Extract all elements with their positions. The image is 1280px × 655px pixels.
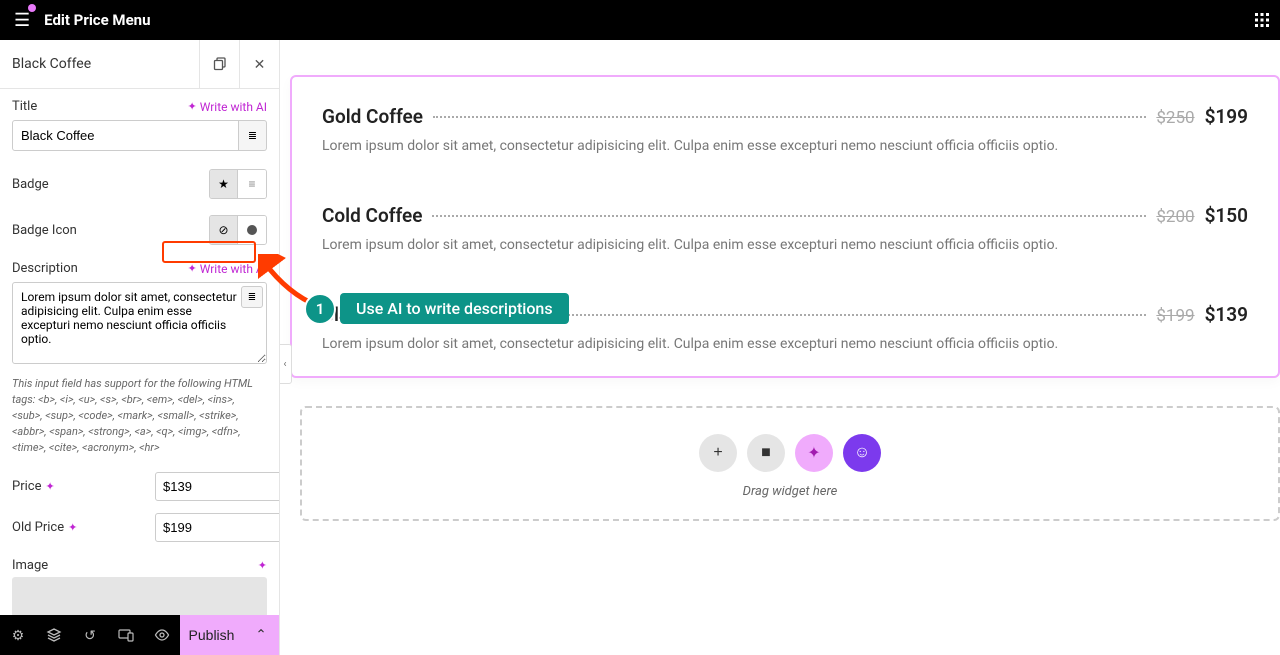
menu-item-price: $139 (1205, 303, 1248, 326)
layers-icon (46, 627, 62, 643)
hamburger-menu-button[interactable]: ☰ (10, 6, 34, 35)
badge-icon-label: Badge Icon (12, 223, 77, 238)
sidebar-panel: Black Coffee ✕ Title ✦Write with AI ≣ Ba… (0, 40, 280, 655)
history-icon: ↺ (84, 627, 96, 644)
description-help-text: This input field has support for the fol… (0, 372, 279, 466)
title-dynamic-button[interactable]: ≣ (239, 120, 267, 151)
folder-icon: ■ (761, 444, 771, 462)
close-icon: ✕ (254, 56, 266, 73)
widget-dropzone[interactable]: + ■ ✦ ☺ Drag widget here (300, 406, 1280, 521)
image-preview[interactable] (12, 577, 267, 615)
topbar: ☰ Edit Price Menu (0, 0, 1280, 40)
publish-button[interactable]: Publish (180, 615, 243, 655)
apps-grid-button[interactable] (1254, 12, 1270, 28)
description-dynamic-button[interactable]: ≣ (241, 286, 263, 308)
write-with-ai-description-link[interactable]: ✦Write with AI (187, 262, 267, 276)
badge-star-option[interactable]: ★ (210, 170, 238, 198)
grid-icon (1254, 12, 1270, 28)
bottom-toolbar: ⚙ ↺ Publish ⌃ (0, 615, 279, 655)
price-menu-widget[interactable]: Gold Coffee $250 $199 Lorem ipsum dolor … (290, 75, 1280, 378)
page-title: Edit Price Menu (44, 11, 150, 29)
sparkle-icon: ✦ (187, 262, 196, 275)
database-icon: ≣ (248, 292, 256, 303)
image-label: Image (12, 558, 48, 573)
hamburger-icon: ☰ (14, 10, 30, 30)
badge-icon-none-option[interactable]: ⊘ (210, 216, 238, 244)
copy-icon (213, 57, 227, 71)
ai-assistant-button[interactable]: ☺ (843, 434, 881, 472)
preview-canvas: ‹ Gold Coffee $250 $199 Lorem ipsum dolo… (280, 40, 1280, 655)
description-label: Description (12, 261, 78, 276)
notification-dot-icon (28, 4, 36, 12)
write-with-ai-title-link[interactable]: ✦Write with AI (187, 100, 267, 114)
folder-button[interactable]: ■ (747, 434, 785, 472)
dots-separator (433, 116, 1146, 118)
menu-item-description: Lorem ipsum dolor sit amet, consectetur … (322, 237, 1248, 253)
menu-item-title: Gold Coffee (322, 105, 423, 128)
menu-item: Cold Coffee $200 $150 Lorem ipsum dolor … (322, 204, 1248, 253)
history-button[interactable]: ↺ (72, 615, 108, 655)
old-price-label: Old Price✦ (12, 520, 77, 535)
sparkle-icon: ✦ (45, 480, 54, 493)
badge-label: Badge (12, 177, 49, 192)
sparkle-icon: ✦ (258, 559, 267, 572)
menu-item: Gold Coffee $250 $199 Lorem ipsum dolor … (322, 105, 1248, 154)
dropzone-text: Drag widget here (322, 484, 1258, 499)
sparkle-icon: ✦ (187, 100, 196, 113)
menu-item-old-price: $200 (1156, 207, 1194, 227)
description-textarea[interactable] (12, 282, 267, 364)
annotation-text: Use AI to write descriptions (340, 293, 569, 324)
add-widget-button[interactable]: + (699, 434, 737, 472)
title-input[interactable] (12, 120, 239, 151)
database-icon: ≣ (248, 129, 257, 142)
menu-item-description: Lorem ipsum dolor sit amet, consectetur … (322, 336, 1248, 352)
devices-icon (118, 628, 134, 642)
gear-icon: ⚙ (12, 627, 25, 644)
none-icon: ⊘ (218, 223, 228, 237)
sparkle-icon: ✦ (807, 443, 820, 463)
publish-options-button[interactable]: ⌃ (243, 615, 279, 655)
settings-button[interactable]: ⚙ (0, 615, 36, 655)
menu-item-old-price: $199 (1156, 306, 1194, 326)
layers-button[interactable] (36, 615, 72, 655)
title-label: Title (12, 99, 37, 114)
badge-list-option[interactable]: ≡ (238, 170, 266, 198)
close-button[interactable]: ✕ (239, 40, 279, 88)
sparkle-icon: ✦ (68, 521, 77, 534)
robot-face-icon: ☺ (854, 444, 870, 462)
menu-item-price: $199 (1205, 105, 1248, 128)
eye-icon (154, 629, 170, 641)
menu-item-description: Lorem ipsum dolor sit amet, consectetur … (322, 138, 1248, 154)
panel-collapse-button[interactable]: ‹ (280, 344, 292, 384)
price-label: Price✦ (12, 479, 55, 494)
price-input[interactable] (155, 472, 279, 501)
plus-icon: + (713, 444, 722, 462)
dots-separator (432, 215, 1146, 217)
duplicate-button[interactable] (199, 40, 239, 88)
annotation-step-badge: 1 (304, 293, 336, 325)
badge-icon-toggle: ⊘ (209, 215, 267, 245)
old-price-input[interactable] (155, 513, 279, 542)
item-name: Black Coffee (0, 42, 199, 86)
responsive-button[interactable] (108, 615, 144, 655)
menu-item-title: Cold Coffee (322, 204, 422, 227)
menu-item-price: $150 (1205, 204, 1248, 227)
menu-item-old-price: $250 (1156, 108, 1194, 128)
sidebar-item-header: Black Coffee ✕ (0, 40, 279, 89)
chevron-up-icon: ⌃ (255, 627, 266, 643)
chevron-left-icon: ‹ (283, 359, 286, 370)
preview-button[interactable] (144, 615, 180, 655)
badge-icon-dot-option[interactable] (238, 216, 266, 244)
dot-icon (247, 225, 257, 235)
lines-icon: ≡ (248, 177, 255, 191)
badge-toggle: ★ ≡ (209, 169, 267, 199)
star-icon: ★ (218, 177, 229, 191)
ai-sparkle-button[interactable]: ✦ (795, 434, 833, 472)
